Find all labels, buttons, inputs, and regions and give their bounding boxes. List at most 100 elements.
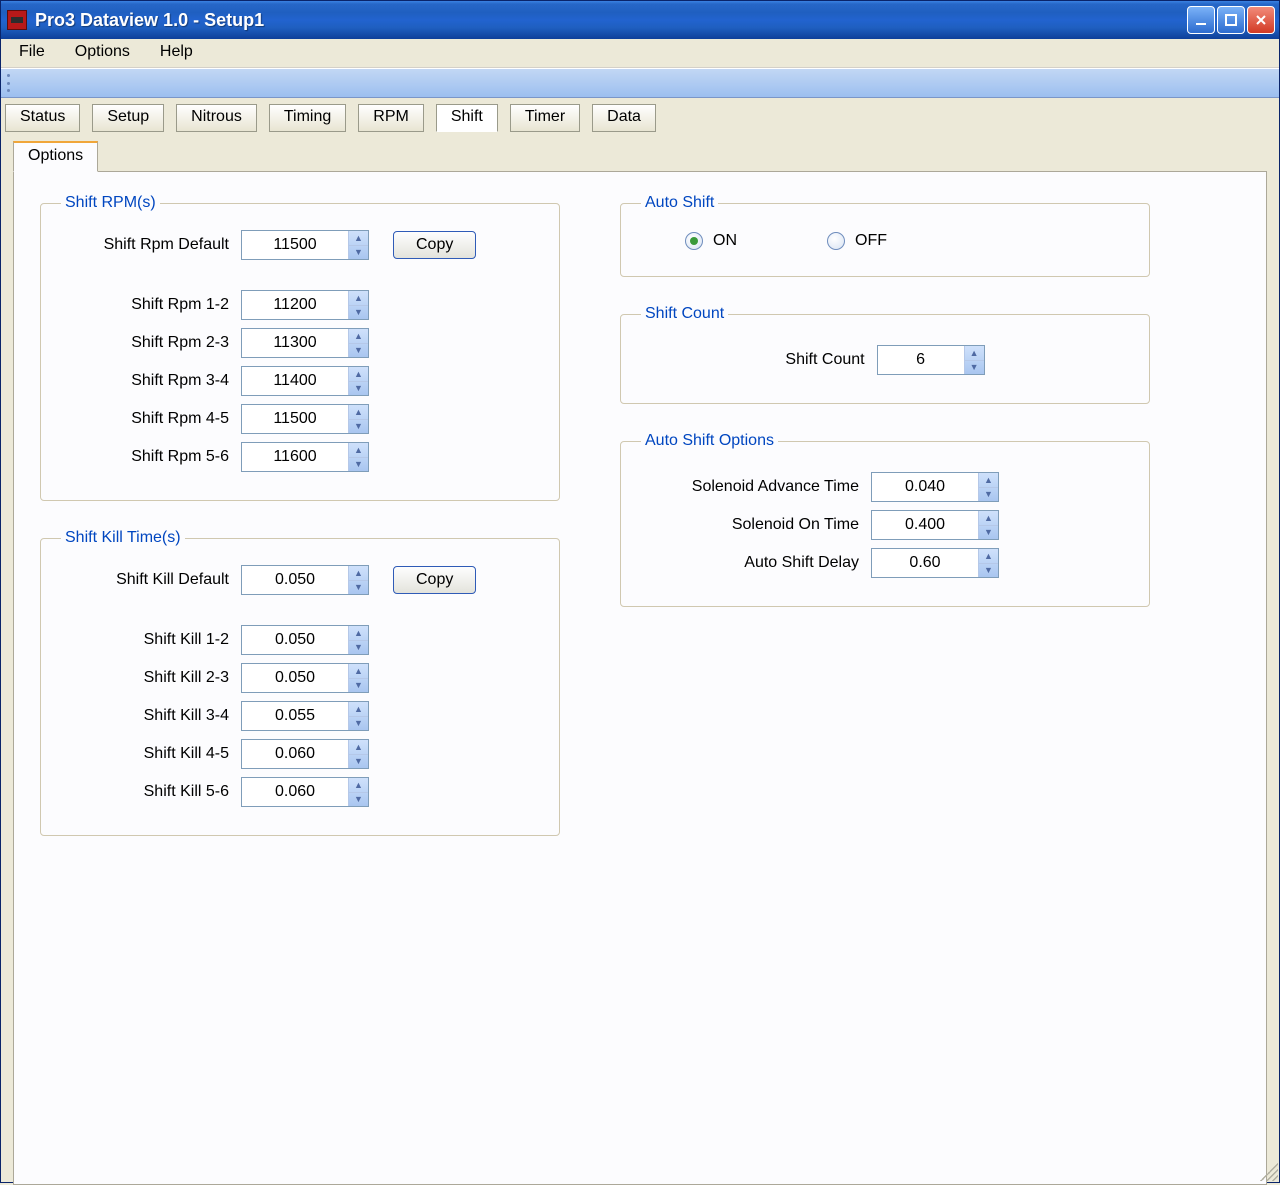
chevron-down-icon[interactable]: ▼	[349, 306, 368, 320]
close-icon	[1254, 13, 1268, 27]
label-shift-count: Shift Count	[785, 351, 876, 369]
menu-file[interactable]: File	[19, 43, 45, 61]
tab-setup[interactable]: Setup	[92, 104, 164, 132]
chevron-up-icon[interactable]: ▲	[965, 346, 984, 361]
chevron-down-icon[interactable]: ▼	[349, 420, 368, 434]
radio-off-label: OFF	[855, 232, 887, 250]
spin-shift-kill-2-3[interactable]: 0.050▲▼	[241, 663, 369, 693]
chevron-up-icon[interactable]: ▲	[349, 405, 368, 420]
label-shift-kill-1-2: Shift Kill 1-2	[61, 631, 241, 649]
legend-auto-shift: Auto Shift	[641, 194, 718, 212]
copy-shift-kill-button[interactable]: Copy	[393, 566, 476, 594]
label-shift-rpm-2-3: Shift Rpm 2-3	[61, 334, 241, 352]
radio-on-label: ON	[713, 232, 737, 250]
spin-shift-kill-5-6[interactable]: 0.060▲▼	[241, 777, 369, 807]
chevron-up-icon[interactable]: ▲	[349, 778, 368, 793]
chevron-down-icon[interactable]: ▼	[349, 641, 368, 655]
label-solenoid-on: Solenoid On Time	[641, 516, 871, 534]
close-button[interactable]	[1247, 6, 1275, 34]
chevron-up-icon[interactable]: ▲	[349, 740, 368, 755]
tab-shift[interactable]: Shift	[436, 104, 498, 132]
spin-shift-kill-default[interactable]: 0.050 ▲▼	[241, 565, 369, 595]
chevron-up-icon[interactable]: ▲	[349, 367, 368, 382]
tab-rpm[interactable]: RPM	[358, 104, 424, 132]
main-tabs: Status Setup Nitrous Timing RPM Shift Ti…	[1, 98, 1279, 132]
content-area: Options Shift RPM(s) Shift Rpm Default 1…	[13, 140, 1267, 1182]
chevron-down-icon[interactable]: ▼	[349, 382, 368, 396]
chevron-down-icon[interactable]: ▼	[349, 679, 368, 693]
radio-on-icon	[685, 232, 703, 250]
toolbar-strip	[1, 68, 1279, 98]
spin-shift-rpm-3-4[interactable]: 11400▲▼	[241, 366, 369, 396]
tab-nitrous[interactable]: Nitrous	[176, 104, 257, 132]
chevron-up-icon[interactable]: ▲	[979, 473, 998, 488]
chevron-up-icon[interactable]: ▲	[349, 329, 368, 344]
options-panel: Shift RPM(s) Shift Rpm Default 11500 ▲▼ …	[13, 171, 1267, 1185]
spin-shift-rpm-2-3[interactable]: 11300▲▼	[241, 328, 369, 358]
menubar: File Options Help	[1, 39, 1279, 68]
chevron-up-icon[interactable]: ▲	[349, 702, 368, 717]
radio-auto-shift-on[interactable]: ON	[685, 232, 737, 250]
spin-auto-shift-delay[interactable]: 0.60▲▼	[871, 548, 999, 578]
menu-help[interactable]: Help	[160, 43, 193, 61]
tab-timing[interactable]: Timing	[269, 104, 346, 132]
chevron-down-icon[interactable]: ▼	[965, 361, 984, 375]
minimize-button[interactable]	[1187, 6, 1215, 34]
tab-data[interactable]: Data	[592, 104, 656, 132]
tab-status[interactable]: Status	[5, 104, 80, 132]
spin-shift-kill-4-5[interactable]: 0.060▲▼	[241, 739, 369, 769]
maximize-button[interactable]	[1217, 6, 1245, 34]
spin-shift-rpm-4-5[interactable]: 11500▲▼	[241, 404, 369, 434]
app-icon	[7, 10, 27, 30]
label-shift-kill-5-6: Shift Kill 5-6	[61, 783, 241, 801]
spin-shift-kill-3-4[interactable]: 0.055▲▼	[241, 701, 369, 731]
legend-auto-shift-options: Auto Shift Options	[641, 432, 778, 450]
legend-shift-kill: Shift Kill Time(s)	[61, 529, 185, 547]
radio-auto-shift-off[interactable]: OFF	[827, 232, 887, 250]
value-shift-rpm-default: 11500	[242, 231, 348, 259]
menu-options[interactable]: Options	[75, 43, 130, 61]
chevron-down-icon[interactable]: ▼	[349, 717, 368, 731]
chevron-up-icon[interactable]: ▲	[979, 549, 998, 564]
chevron-up-icon[interactable]: ▲	[349, 231, 368, 246]
titlebar: Pro3 Dataview 1.0 - Setup1	[1, 1, 1279, 39]
label-shift-rpm-default: Shift Rpm Default	[61, 236, 241, 254]
spin-shift-rpm-default[interactable]: 11500 ▲▼	[241, 230, 369, 260]
chevron-down-icon[interactable]: ▼	[349, 793, 368, 807]
spin-shift-rpm-1-2[interactable]: 11200▲▼	[241, 290, 369, 320]
chevron-up-icon[interactable]: ▲	[349, 626, 368, 641]
toolbar-grip-icon[interactable]	[7, 74, 11, 92]
chevron-up-icon[interactable]: ▲	[349, 443, 368, 458]
label-shift-kill-3-4: Shift Kill 3-4	[61, 707, 241, 725]
chevron-up-icon[interactable]: ▲	[979, 511, 998, 526]
chevron-down-icon[interactable]: ▼	[349, 458, 368, 472]
size-grip-icon[interactable]	[1258, 1161, 1278, 1181]
chevron-down-icon[interactable]: ▼	[979, 488, 998, 502]
group-auto-shift: Auto Shift ON OFF	[620, 194, 1150, 277]
chevron-down-icon[interactable]: ▼	[349, 581, 368, 595]
group-shift-count: Shift Count Shift Count 6 ▲▼	[620, 305, 1150, 404]
copy-shift-rpm-button[interactable]: Copy	[393, 231, 476, 259]
spin-shift-kill-1-2[interactable]: 0.050▲▼	[241, 625, 369, 655]
spin-solenoid-on[interactable]: 0.400▲▼	[871, 510, 999, 540]
chevron-down-icon[interactable]: ▼	[979, 564, 998, 578]
chevron-down-icon[interactable]: ▼	[349, 344, 368, 358]
group-shift-rpm: Shift RPM(s) Shift Rpm Default 11500 ▲▼ …	[40, 194, 560, 501]
group-auto-shift-options: Auto Shift Options Solenoid Advance Time…	[620, 432, 1150, 607]
chevron-up-icon[interactable]: ▲	[349, 291, 368, 306]
tab-timer[interactable]: Timer	[510, 104, 580, 132]
legend-shift-rpm: Shift RPM(s)	[61, 194, 160, 212]
label-solenoid-advance: Solenoid Advance Time	[641, 478, 871, 496]
spin-solenoid-advance[interactable]: 0.040▲▼	[871, 472, 999, 502]
spin-shift-rpm-5-6[interactable]: 11600▲▼	[241, 442, 369, 472]
chevron-down-icon[interactable]: ▼	[349, 755, 368, 769]
chevron-down-icon[interactable]: ▼	[979, 526, 998, 540]
minimize-icon	[1194, 13, 1208, 27]
chevron-up-icon[interactable]: ▲	[349, 664, 368, 679]
label-shift-kill-4-5: Shift Kill 4-5	[61, 745, 241, 763]
subtab-options[interactable]: Options	[13, 141, 98, 172]
chevron-up-icon[interactable]: ▲	[349, 566, 368, 581]
chevron-down-icon[interactable]: ▼	[349, 246, 368, 260]
spin-shift-count[interactable]: 6 ▲▼	[877, 345, 985, 375]
label-shift-rpm-1-2: Shift Rpm 1-2	[61, 296, 241, 314]
